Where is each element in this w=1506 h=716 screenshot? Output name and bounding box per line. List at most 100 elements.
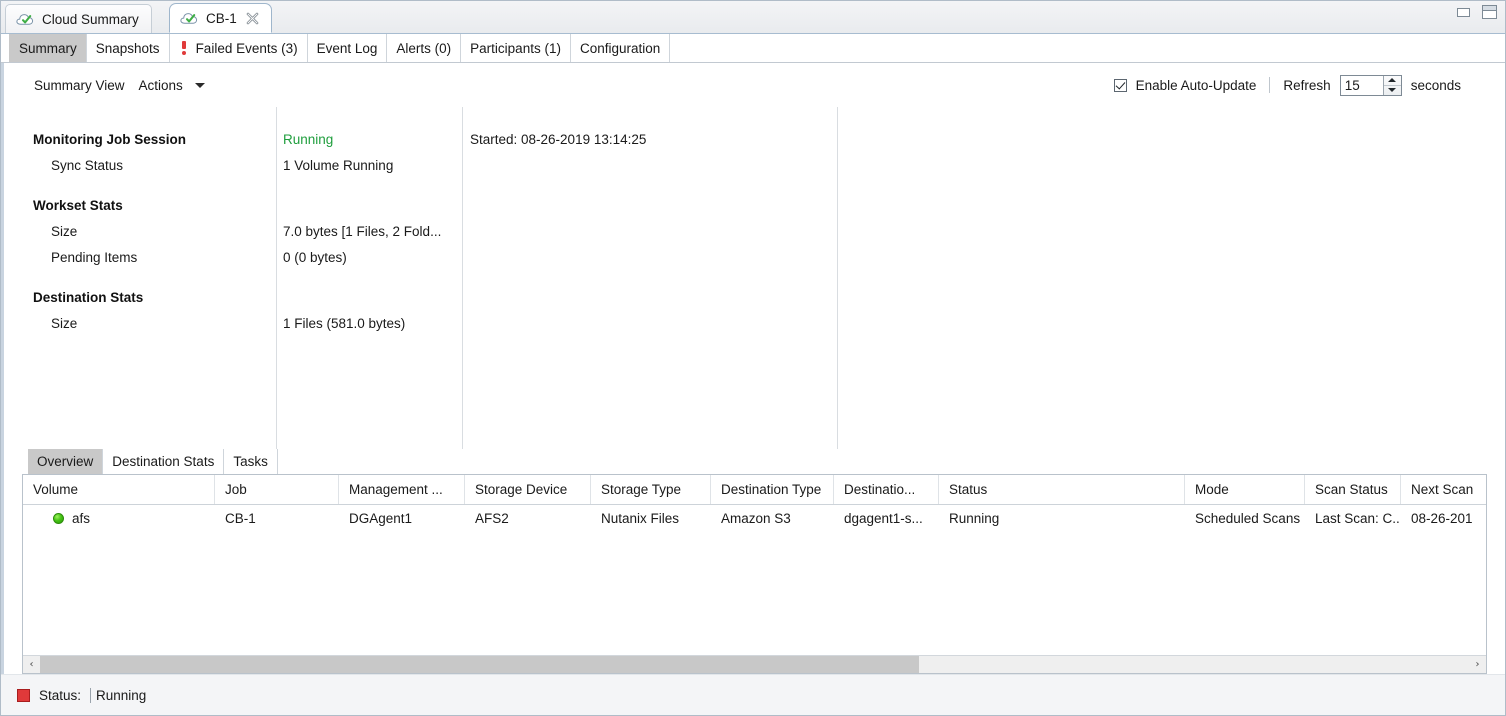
editor-tab-label: CB-1 <box>206 11 237 26</box>
summary-values-column: Running 1 Volume Running 7.0 bytes [1 Fi… <box>283 107 458 337</box>
column-header-mode[interactable]: Mode <box>1185 475 1305 504</box>
summary-started-column: Started: 08-26-2019 13:14:25 <box>470 107 830 153</box>
status-bar-value: Running <box>90 688 146 703</box>
refresh-interval-input[interactable] <box>1341 76 1383 95</box>
cell-volume-text: afs <box>72 511 90 526</box>
scroll-left-icon[interactable]: ‹ <box>23 656 40 673</box>
section-title-destination-stats: Destination Stats <box>33 285 273 311</box>
tab-label: Alerts (0) <box>396 41 451 56</box>
tab-label: Failed Events (3) <box>196 41 298 56</box>
summary-panel: Monitoring Job Session Sync Status Works… <box>4 107 1505 449</box>
cell-management: DGAgent1 <box>339 511 465 526</box>
stop-square-icon[interactable] <box>17 689 30 702</box>
column-header-next-scan[interactable]: Next Scan <box>1401 475 1486 504</box>
table-header-row: Volume Job Management ... Storage Device… <box>23 475 1486 505</box>
section-tab-bar: Summary Snapshots Failed Events (3) Even… <box>1 34 1505 63</box>
column-header-management[interactable]: Management ... <box>339 475 465 504</box>
window-controls <box>1457 5 1497 19</box>
value-workset-section-blank <box>283 193 458 219</box>
column-header-destination[interactable]: Destinatio... <box>834 475 939 504</box>
column-header-storage-device[interactable]: Storage Device <box>465 475 591 504</box>
value-workset-size: 7.0 bytes [1 Files, 2 Fold... <box>283 219 458 245</box>
overview-table: Volume Job Management ... Storage Device… <box>22 474 1487 674</box>
tab-snapshots[interactable]: Snapshots <box>87 34 170 62</box>
tab-label: Summary <box>19 41 77 56</box>
minimize-icon[interactable] <box>1457 8 1470 17</box>
tab-label: Configuration <box>580 41 660 56</box>
cell-volume: afs <box>23 511 215 526</box>
row-label-destination-size: Size <box>33 311 273 337</box>
cell-next-scan: 08-26-201 <box>1401 511 1486 526</box>
value-session-started: Started: 08-26-2019 13:14:25 <box>470 127 830 153</box>
summary-column-divider-3 <box>837 107 838 449</box>
enable-auto-update-label: Enable Auto-Update <box>1136 78 1257 93</box>
status-bar: Status: Running <box>1 674 1505 715</box>
column-header-storage-type[interactable]: Storage Type <box>591 475 711 504</box>
cloud-check-icon <box>16 12 36 26</box>
summary-labels-column: Monitoring Job Session Sync Status Works… <box>33 107 273 337</box>
actions-menu-button[interactable]: Actions <box>139 78 205 93</box>
refresh-label: Refresh <box>1283 78 1330 93</box>
actions-menu-label: Actions <box>139 78 183 93</box>
column-header-status[interactable]: Status <box>939 475 1185 504</box>
tab-summary[interactable]: Summary <box>9 34 87 62</box>
summary-toolbar: Summary View Actions Enable Auto-Update … <box>4 63 1505 107</box>
status-running-green-dot <box>53 513 64 524</box>
scrollbar-thumb[interactable] <box>40 656 919 673</box>
spinner-up-icon[interactable] <box>1384 76 1401 86</box>
cell-destination: dgagent1-s... <box>834 511 939 526</box>
tab-label: Event Log <box>317 41 378 56</box>
tab-participants[interactable]: Participants (1) <box>461 34 571 62</box>
chevron-down-icon <box>195 83 205 88</box>
column-header-destination-type[interactable]: Destination Type <box>711 475 834 504</box>
column-header-job[interactable]: Job <box>215 475 339 504</box>
tab-event-log[interactable]: Event Log <box>308 34 388 62</box>
scroll-right-icon[interactable]: › <box>1469 656 1486 673</box>
tab-label: Overview <box>37 454 93 469</box>
summary-view-label: Summary View <box>34 78 125 93</box>
status-bar-label: Status: <box>39 688 81 703</box>
tab-label: Participants (1) <box>470 41 561 56</box>
summary-column-divider-2 <box>462 107 463 449</box>
section-title-workset-stats: Workset Stats <box>33 193 273 219</box>
row-label-workset-size: Size <box>33 219 273 245</box>
editor-tab-label: Cloud Summary <box>42 12 139 27</box>
summary-column-divider-1 <box>276 107 277 449</box>
tab-label: Snapshots <box>96 41 160 56</box>
tab-label: Destination Stats <box>112 454 214 469</box>
tab-failed-events[interactable]: Failed Events (3) <box>170 34 308 62</box>
tab-overview[interactable]: Overview <box>28 449 103 474</box>
details-tab-bar: Overview Destination Stats Tasks <box>28 449 1487 474</box>
tab-destination-stats[interactable]: Destination Stats <box>103 449 224 474</box>
value-pending-items: 0 (0 bytes) <box>283 245 458 271</box>
close-icon[interactable] <box>246 12 259 25</box>
enable-auto-update-checkbox[interactable] <box>1114 79 1127 92</box>
table-body: afs CB-1 DGAgent1 AFS2 Nutanix Files Ama… <box>23 505 1486 655</box>
tab-tasks[interactable]: Tasks <box>224 449 278 474</box>
spinner-down-icon[interactable] <box>1384 86 1401 95</box>
scrollbar-track[interactable] <box>40 656 1469 673</box>
cell-status: Running <box>939 511 1185 526</box>
editor-tab-cloud-summary[interactable]: Cloud Summary <box>5 4 152 33</box>
tab-alerts[interactable]: Alerts (0) <box>387 34 461 62</box>
table-horizontal-scrollbar[interactable]: ‹ › <box>23 655 1486 673</box>
cloud-check-icon <box>180 11 200 25</box>
value-destination-size: 1 Files (581.0 bytes) <box>283 311 458 337</box>
cell-storage-device: AFS2 <box>465 511 591 526</box>
refresh-interval-stepper[interactable] <box>1340 75 1402 96</box>
cell-mode: Scheduled Scans <box>1185 511 1305 526</box>
tab-label: Tasks <box>233 454 268 469</box>
error-exclamation-icon <box>179 41 189 56</box>
editor-tab-strip: Cloud Summary CB-1 <box>1 1 1505 34</box>
value-monitoring-job-session-state: Running <box>283 127 458 153</box>
table-row[interactable]: afs CB-1 DGAgent1 AFS2 Nutanix Files Ama… <box>23 505 1486 531</box>
tab-configuration[interactable]: Configuration <box>571 34 670 62</box>
row-label-sync-status: Sync Status <box>33 153 273 179</box>
application-window: Cloud Summary CB-1 <box>0 0 1506 716</box>
editor-tab-cb-1[interactable]: CB-1 <box>169 3 272 33</box>
stepper-buttons <box>1383 76 1401 95</box>
column-header-scan-status[interactable]: Scan Status <box>1305 475 1401 504</box>
value-destination-section-blank <box>283 285 458 311</box>
column-header-volume[interactable]: Volume <box>23 475 215 504</box>
maximize-icon[interactable] <box>1482 5 1497 19</box>
